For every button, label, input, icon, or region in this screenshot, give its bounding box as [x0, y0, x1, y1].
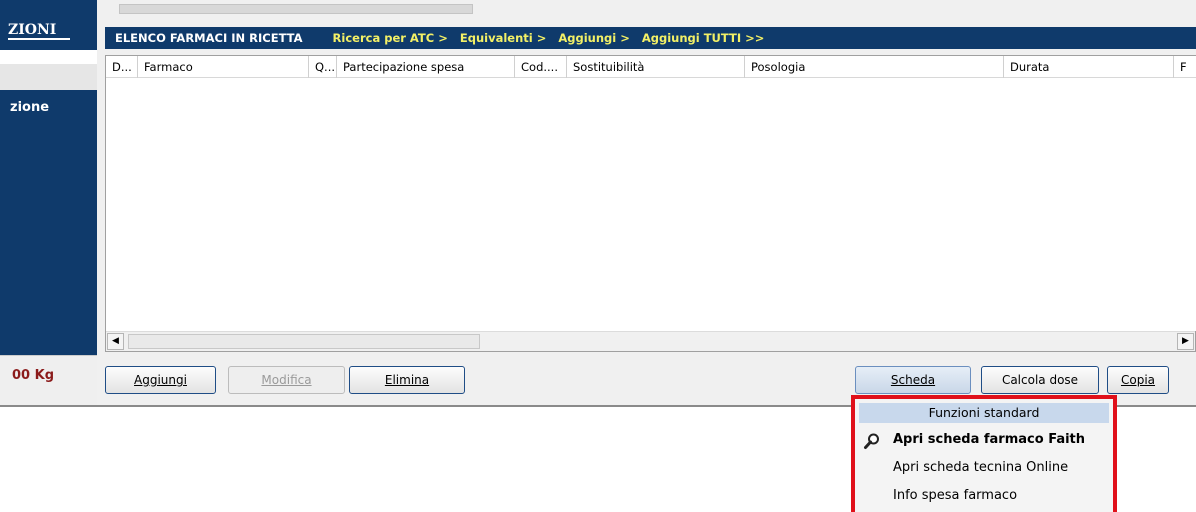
column-header-q[interactable]: Q...	[309, 56, 337, 78]
grid-header: D... Farmaco Q... Partecipazione spesa C…	[106, 56, 1196, 78]
calculate-dose-button[interactable]: Calcola dose	[981, 366, 1099, 394]
calculate-dose-button-label: Calcola dose	[1001, 373, 1079, 387]
sidebar-panel: zione	[0, 90, 97, 355]
add-link[interactable]: Aggiungi >	[558, 31, 630, 45]
prescription-toolbar: ELENCO FARMACI IN RICETTA Ricerca per AT…	[105, 27, 1196, 49]
add-button[interactable]: Aggiungi	[105, 366, 216, 394]
drug-grid: D... Farmaco Q... Partecipazione spesa C…	[105, 55, 1196, 352]
card-button[interactable]: Scheda	[855, 366, 971, 394]
main-area: ELENCO FARMACI IN RICETTA Ricerca per AT…	[97, 0, 1196, 405]
scroll-right-icon[interactable]: ▶	[1177, 333, 1194, 350]
card-popup-menu: Funzioni standard Apri scheda farmaco Fa…	[851, 395, 1117, 512]
menu-item-label: Apri scheda tecnina Online	[893, 460, 1069, 475]
sidebar-tab[interactable]	[0, 64, 97, 90]
scroll-left-icon[interactable]: ◀	[107, 333, 124, 350]
copy-button-label: Copia	[1120, 373, 1156, 387]
patient-weight: 00 Kg	[12, 368, 54, 383]
edit-button[interactable]: Modifica	[228, 366, 345, 394]
column-header-cod[interactable]: Cod....	[515, 56, 567, 78]
top-scrollbar[interactable]	[105, 0, 1196, 18]
column-header-durata[interactable]: Durata	[1004, 56, 1174, 78]
column-header-d[interactable]: D...	[106, 56, 138, 78]
menu-item-open-faith-card[interactable]: Apri scheda farmaco Faith	[855, 427, 1113, 453]
app-window: ZIONI zione 00 Kg ELENCO FARMACI IN RICE…	[0, 0, 1196, 512]
column-header-posologia[interactable]: Posologia	[745, 56, 1004, 78]
equivalents-link[interactable]: Equivalenti >	[460, 31, 546, 45]
menu-item-label: Apri scheda farmaco Faith	[893, 432, 1086, 447]
sidebar-footer: 00 Kg	[0, 355, 97, 405]
sidebar-title[interactable]: ZIONI	[8, 22, 71, 40]
menu-item-label: Info spesa farmaco	[893, 488, 1018, 503]
menu-item-open-online-sheet[interactable]: Apri scheda tecnina Online	[855, 455, 1113, 481]
grid-body[interactable]	[106, 78, 1196, 331]
horizontal-scrollbar[interactable]: ◀ ▶	[106, 331, 1195, 351]
horizontal-scrollbar-thumb[interactable]	[128, 334, 480, 349]
sidebar-panel-label: zione	[10, 100, 50, 115]
add-button-label: Aggiungi	[134, 373, 187, 387]
magnifier-icon	[864, 433, 879, 449]
sidebar-header: ZIONI	[0, 0, 97, 50]
toolbar-title: ELENCO FARMACI IN RICETTA	[115, 31, 303, 45]
popup-header: Funzioni standard	[859, 403, 1109, 423]
top-scrollbar-thumb[interactable]	[119, 4, 473, 14]
copy-button[interactable]: Copia	[1107, 366, 1169, 394]
add-all-link[interactable]: Aggiungi TUTTI >>	[642, 31, 765, 45]
edit-button-label: Modifica	[261, 373, 312, 387]
column-header-f[interactable]: F	[1174, 56, 1196, 78]
delete-button-label: Elimina	[384, 373, 430, 387]
card-button-label: Scheda	[890, 373, 936, 387]
delete-button[interactable]: Elimina	[349, 366, 465, 394]
left-sidebar: ZIONI zione 00 Kg	[0, 0, 97, 405]
column-header-farmaco[interactable]: Farmaco	[138, 56, 309, 78]
atc-search-link[interactable]: Ricerca per ATC >	[333, 31, 448, 45]
column-header-sostituibilita[interactable]: Sostituibilità	[567, 56, 745, 78]
menu-item-drug-cost-info[interactable]: Info spesa farmaco	[855, 483, 1113, 509]
column-header-partecipazione-spesa[interactable]: Partecipazione spesa	[337, 56, 515, 78]
